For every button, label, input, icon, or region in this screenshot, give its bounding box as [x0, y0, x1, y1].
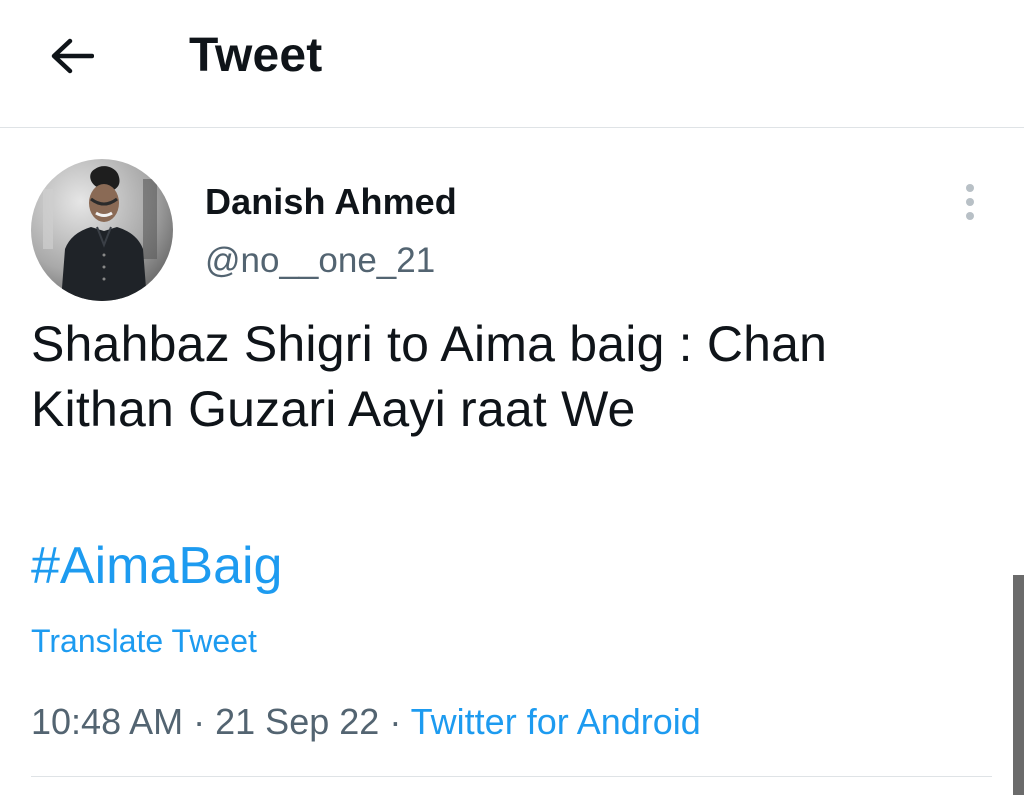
- tweet-time: 10:48 AM: [31, 701, 184, 742]
- tweet-text-line: Shahbaz Shigri to Aima baig : Chan: [31, 316, 828, 372]
- back-button[interactable]: [48, 34, 96, 78]
- tweet-detail-screen: Tweet Danish Ahmed @no__one_21 Shahbaz S…: [0, 0, 1024, 795]
- scrollbar[interactable]: [1013, 575, 1024, 795]
- author-handle[interactable]: @no__one_21: [205, 240, 435, 282]
- translate-tweet-link[interactable]: Translate Tweet: [31, 621, 257, 661]
- tweet-metadata: 10:48 AM · 21 Sep 22 · Twitter for Andro…: [31, 699, 701, 745]
- meta-separator: ·: [389, 701, 402, 742]
- page-title: Tweet: [189, 29, 323, 82]
- tweet-text-line: Kithan Guzari Aayi raat We: [31, 381, 636, 437]
- tweet-date: 21 Sep 22: [215, 701, 380, 742]
- profile-photo: [31, 159, 173, 301]
- hashtag-link[interactable]: #AimaBaig: [31, 535, 282, 597]
- arrow-left-icon: [51, 38, 94, 74]
- tweet-text: Shahbaz Shigri to Aima baig : Chan Kitha…: [31, 312, 981, 442]
- top-app-bar: Tweet: [0, 0, 1024, 128]
- avatar[interactable]: [31, 159, 173, 301]
- tweet-source-link[interactable]: Twitter for Android: [411, 701, 701, 742]
- vertical-ellipsis-icon: [966, 184, 974, 220]
- author-display-name[interactable]: Danish Ahmed: [205, 181, 457, 223]
- more-options-button[interactable]: [952, 180, 988, 224]
- meta-separator: ·: [193, 701, 206, 742]
- divider: [31, 776, 992, 777]
